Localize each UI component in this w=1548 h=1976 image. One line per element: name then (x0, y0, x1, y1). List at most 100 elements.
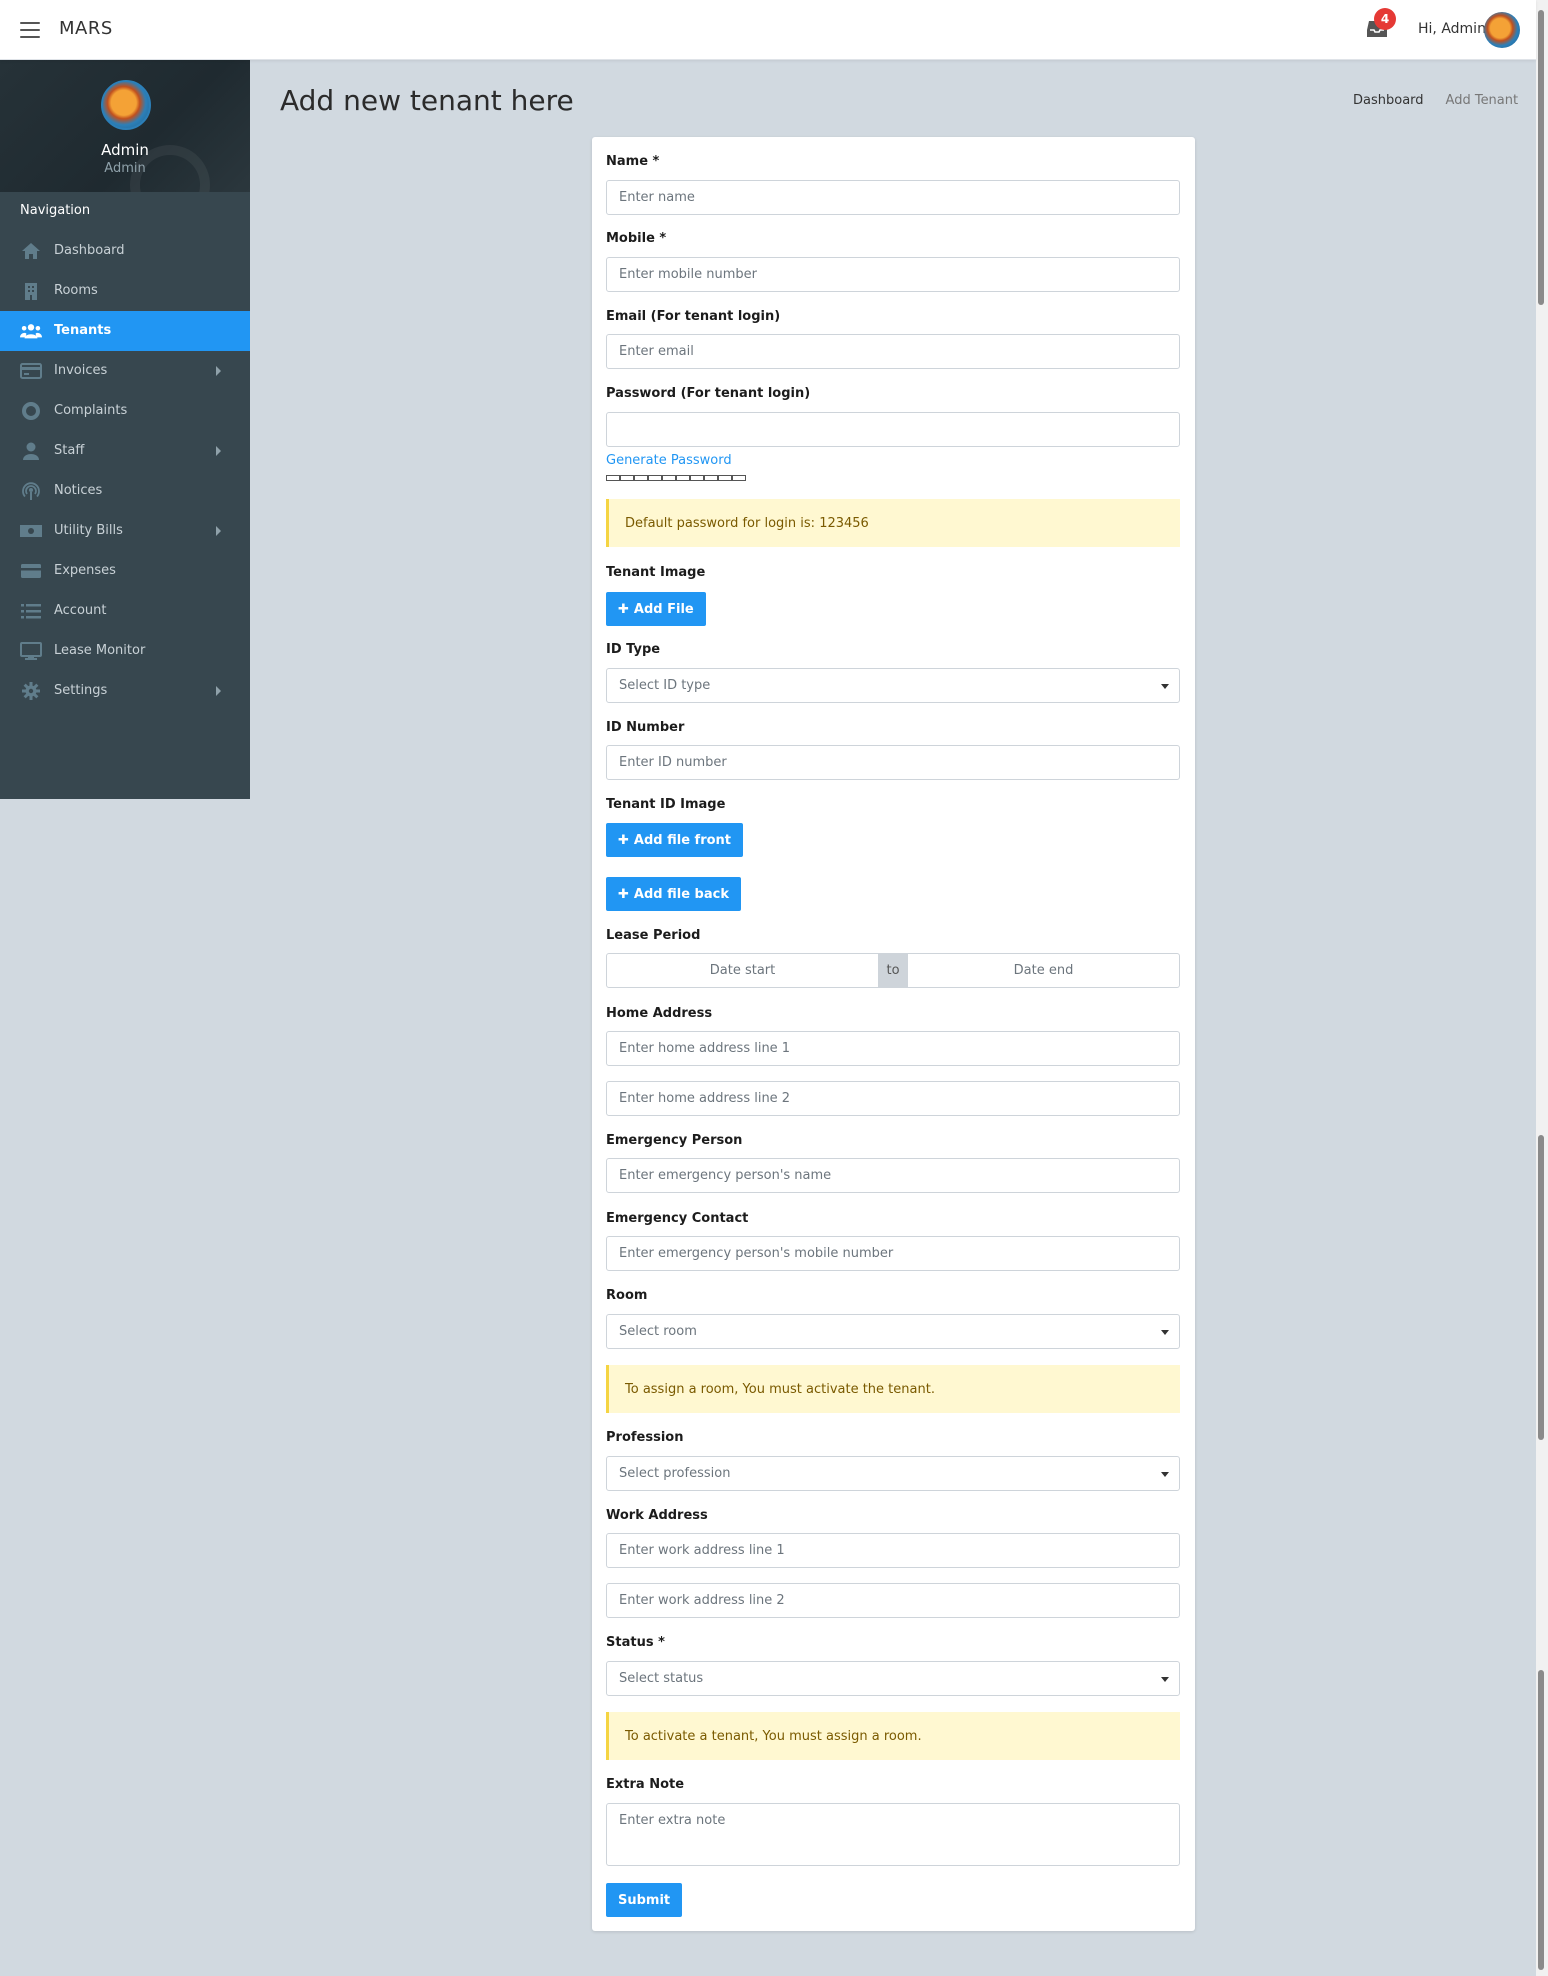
list-icon (20, 601, 42, 621)
sidebar-item-account[interactable]: Account (0, 591, 250, 631)
email-input[interactable]: Enter email (606, 334, 1180, 369)
status-select[interactable]: Select status (606, 1661, 1180, 1696)
work-address-line2-input[interactable]: Enter work address line 2 (606, 1583, 1180, 1618)
status-activation-alert: To activate a tenant, You must assign a … (606, 1712, 1180, 1760)
profile-role: Admin (104, 161, 146, 176)
profile-avatar[interactable] (101, 80, 151, 130)
profession-select[interactable]: Select profession (606, 1456, 1180, 1491)
name-label: Name * (606, 154, 660, 169)
password-input[interactable] (606, 412, 1180, 447)
add-tenant-form: Name * Enter name Mobile * Enter mobile … (592, 137, 1195, 1931)
broadcast-icon (20, 481, 42, 501)
date-end-input[interactable]: Date end (908, 954, 1179, 987)
notification-badge[interactable]: 4 (1374, 8, 1396, 30)
sidebar-item-invoices[interactable]: Invoices (0, 351, 250, 391)
emergency-contact-label: Emergency Contact (606, 1211, 749, 1226)
mobile-input[interactable]: Enter mobile number (606, 257, 1180, 292)
sidebar-item-complaints[interactable]: Complaints (0, 391, 250, 431)
sidebar-item-label: Tenants (54, 323, 112, 338)
home-address-line1-input[interactable]: Enter home address line 1 (606, 1031, 1180, 1066)
sidebar-item-label: Rooms (54, 283, 98, 298)
breadcrumb: Dashboard Add Tenant (1353, 93, 1518, 108)
building-icon (20, 281, 42, 301)
sidebar-item-label: Dashboard (54, 243, 125, 258)
hamburger-menu-icon[interactable] (20, 22, 40, 38)
emergency-contact-input[interactable]: Enter emergency person's mobile number (606, 1236, 1180, 1271)
sidebar-item-label: Staff (54, 443, 85, 458)
scrollbar-thumb-1[interactable] (1538, 10, 1544, 305)
date-start-input[interactable]: Date start (607, 954, 878, 987)
sidebar-item-staff[interactable]: Staff (0, 431, 250, 471)
chevron-right-icon (216, 366, 221, 376)
room-select[interactable]: Select room (606, 1314, 1180, 1349)
brand-name[interactable]: MARS (59, 18, 113, 39)
sidebar-item-label: Lease Monitor (54, 643, 146, 658)
room-assignment-alert: To assign a room, You must activate the … (606, 1365, 1180, 1413)
name-input[interactable]: Enter name (606, 180, 1180, 215)
sidebar-item-tenants[interactable]: Tenants (0, 311, 250, 351)
credit-card-icon (20, 361, 42, 381)
money-bill-icon (20, 521, 42, 541)
chevron-right-icon (216, 686, 221, 696)
plus-icon: ✚ (618, 601, 629, 617)
id-type-label: ID Type (606, 642, 661, 657)
sidebar-item-label: Settings (54, 683, 108, 698)
lease-period-label: Lease Period (606, 928, 701, 943)
scrollbar-thumb-3[interactable] (1538, 1670, 1544, 1970)
users-icon (20, 321, 42, 341)
sidebar-item-label: Utility Bills (54, 523, 123, 538)
home-address-label: Home Address (606, 1006, 713, 1021)
top-bar: MARS 4 Hi, Admin (0, 0, 1536, 60)
tenant-image-label: Tenant Image (606, 565, 706, 580)
sidebar-item-label: Complaints (54, 403, 128, 418)
lease-period-range: Date start to Date end (606, 953, 1180, 988)
sidebar: Admin Admin Navigation Dashboard Rooms T… (0, 60, 250, 799)
extra-note-textarea[interactable]: Enter extra note (606, 1803, 1180, 1866)
sidebar-item-label: Expenses (54, 563, 116, 578)
add-file-button[interactable]: ✚ Add File (606, 592, 706, 626)
emergency-person-input[interactable]: Enter emergency person's name (606, 1158, 1180, 1193)
plus-icon: ✚ (618, 886, 629, 902)
monitor-icon (20, 641, 42, 661)
add-file-front-button[interactable]: ✚ Add file front (606, 823, 744, 857)
emergency-person-label: Emergency Person (606, 1133, 743, 1148)
status-label: Status * (606, 1635, 665, 1650)
room-label: Room (606, 1288, 648, 1303)
nav-header: Navigation (20, 203, 91, 218)
card-icon (20, 561, 42, 581)
mobile-label: Mobile * (606, 231, 667, 246)
sidebar-item-label: Notices (54, 483, 103, 498)
sidebar-item-notices[interactable]: Notices (0, 471, 250, 511)
home-address-line2-input[interactable]: Enter home address line 2 (606, 1081, 1180, 1116)
sidebar-item-lease-monitor[interactable]: Lease Monitor (0, 631, 250, 671)
scrollbar-thumb-2[interactable] (1538, 1135, 1544, 1440)
breadcrumb-dashboard-link[interactable]: Dashboard (1353, 93, 1424, 108)
password-label: Password (For tenant login) (606, 386, 811, 401)
sidebar-item-settings[interactable]: Settings (0, 671, 250, 711)
user-avatar[interactable] (1484, 12, 1520, 48)
work-address-line1-input[interactable]: Enter work address line 1 (606, 1533, 1180, 1568)
page-title: Add new tenant here (280, 84, 574, 117)
sidebar-item-dashboard[interactable]: Dashboard (0, 231, 250, 271)
lifebuoy-icon (20, 401, 42, 421)
sidebar-item-label: Account (54, 603, 107, 618)
sidebar-item-expenses[interactable]: Expenses (0, 551, 250, 591)
sidebar-profile: Admin Admin (0, 60, 250, 192)
sidebar-item-rooms[interactable]: Rooms (0, 271, 250, 311)
extra-note-label: Extra Note (606, 1777, 685, 1792)
sidebar-item-label: Invoices (54, 363, 108, 378)
user-greeting[interactable]: Hi, Admin (1418, 21, 1486, 37)
generate-password-link[interactable]: Generate Password (606, 453, 732, 468)
add-file-back-button[interactable]: ✚ Add file back (606, 877, 741, 911)
id-type-select[interactable]: Select ID type (606, 668, 1180, 703)
submit-button[interactable]: Submit (606, 1883, 683, 1917)
chevron-right-icon (216, 446, 221, 456)
plus-icon: ✚ (618, 832, 629, 848)
email-label: Email (For tenant login) (606, 309, 781, 324)
profile-name: Admin (101, 141, 149, 159)
sidebar-item-utility-bills[interactable]: Utility Bills (0, 511, 250, 551)
home-icon (20, 241, 42, 261)
id-number-input[interactable]: Enter ID number (606, 745, 1180, 780)
password-strength-meter (606, 475, 746, 481)
work-address-label: Work Address (606, 1508, 708, 1523)
